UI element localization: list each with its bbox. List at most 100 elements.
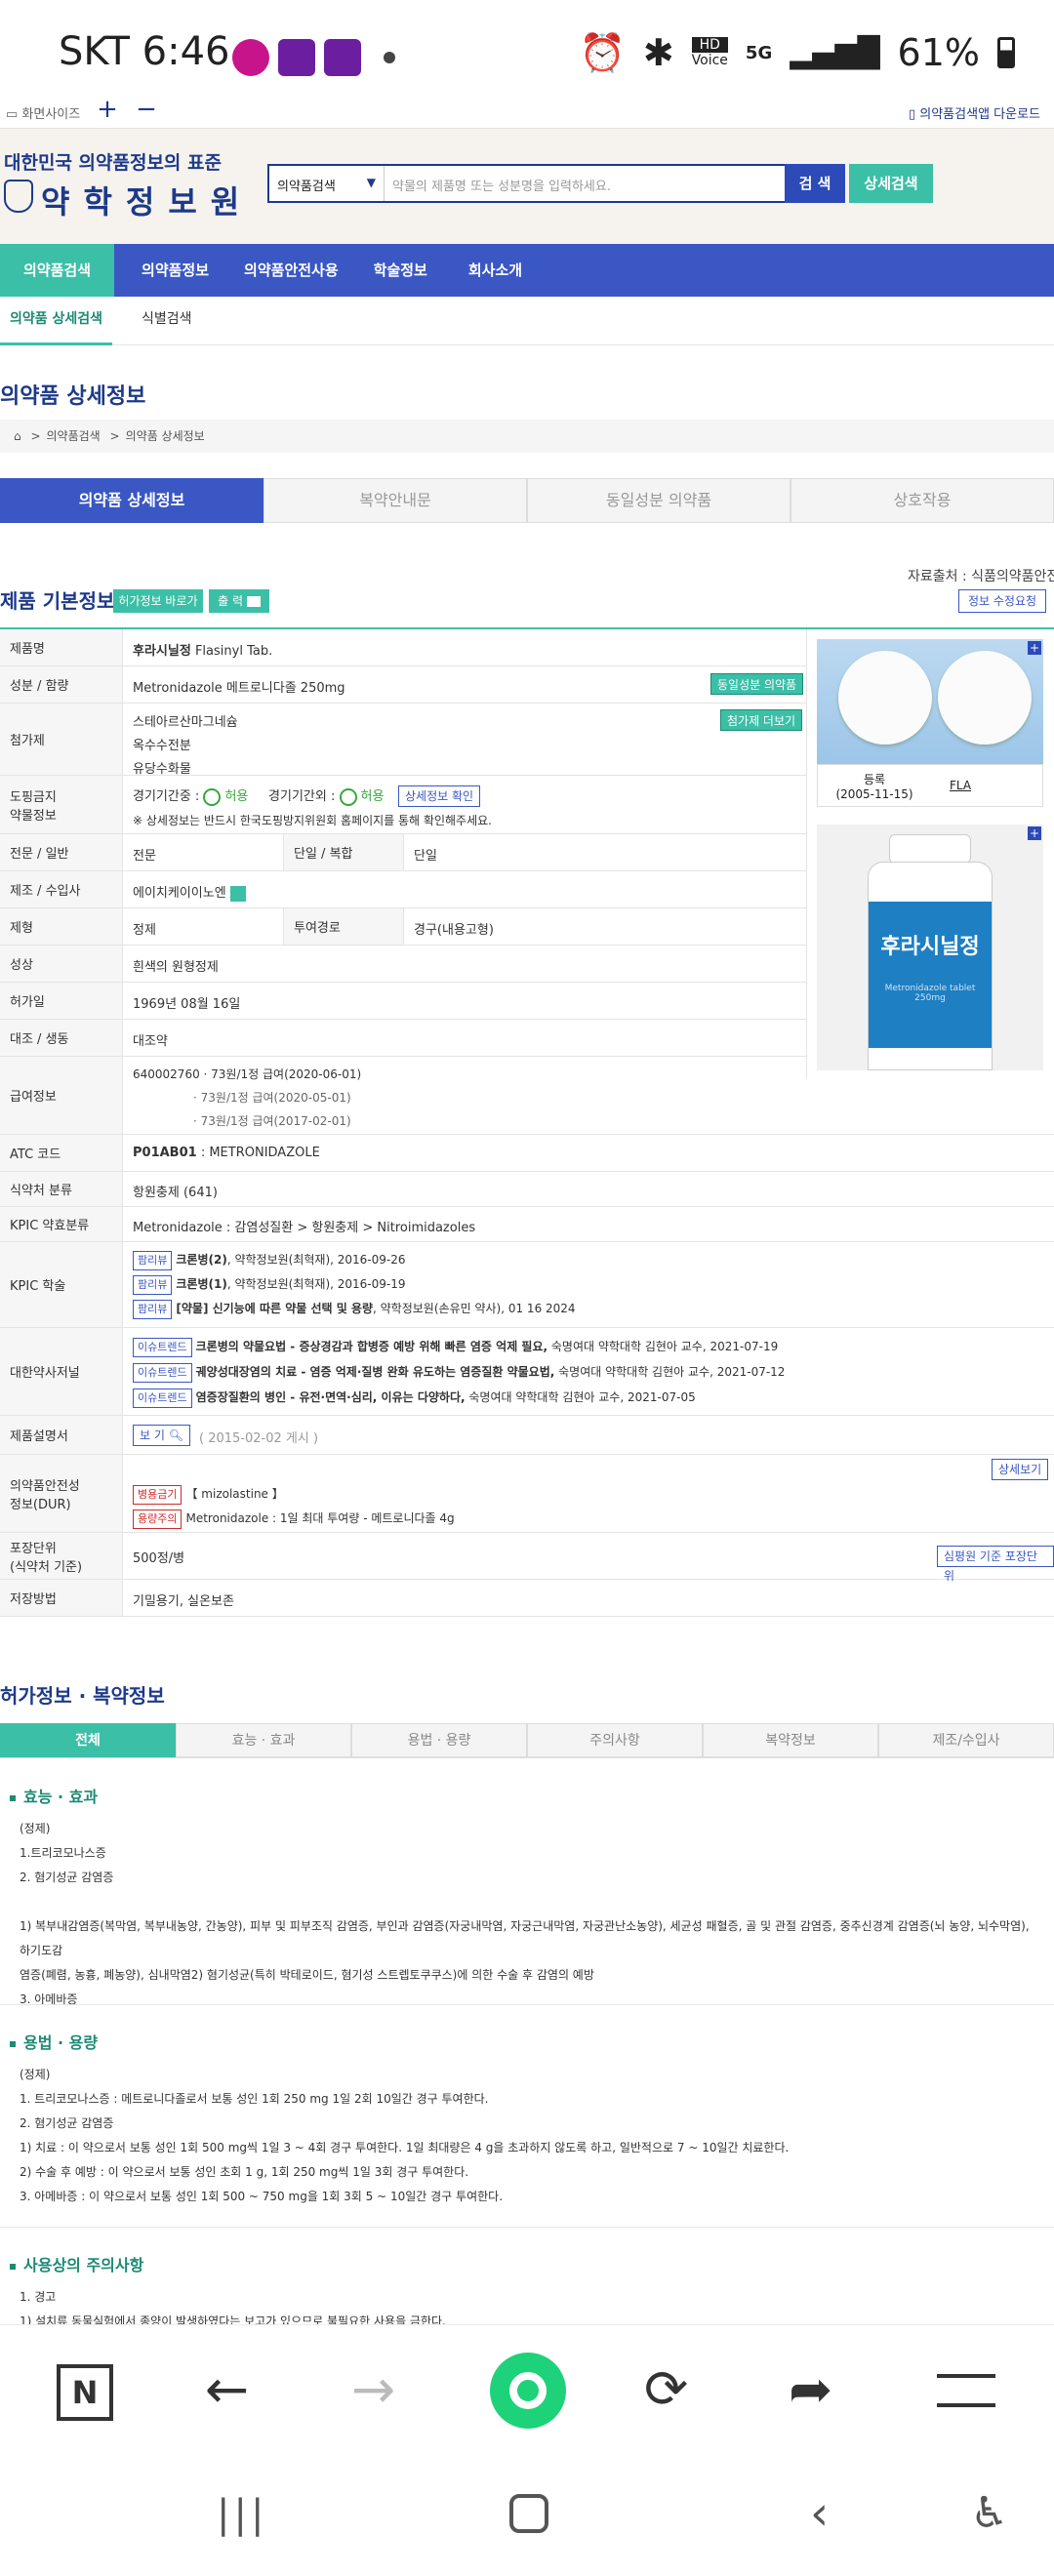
nav-company[interactable]: 회사소개 [451, 244, 540, 297]
site-logo[interactable]: 약학정보원 [41, 178, 253, 222]
page-title: 의약품 상세정보 [0, 384, 146, 409]
search-button[interactable]: 검 색 [785, 164, 845, 203]
tab-medication-guide[interactable]: 복약안내문 [264, 478, 527, 523]
generic-value: 대조약 [133, 1034, 168, 1049]
additive-more-button[interactable]: 첨가제 더보기 [720, 709, 803, 731]
table-row: ATC 코드 P01AB01 : METRONIDAZOLE [0, 1135, 1054, 1172]
status-bar: SKT 6:46 ⏰ ✱ HD Voice 5G ▂▄▆█ 61% [0, 0, 1054, 98]
green-dot-button[interactable] [490, 2353, 566, 2429]
building-icon [229, 885, 246, 902]
subnav-detail-search[interactable]: 의약품 상세검색 [0, 297, 113, 345]
row-label: 단일 / 복합 [283, 834, 404, 870]
pack-standard-button[interactable]: 심평원 기준 포장단위 [937, 1546, 1054, 1583]
tab-detail-info[interactable]: 의약품 상세정보 [0, 478, 264, 523]
recent-apps-icon[interactable]: ||| [217, 2492, 267, 2537]
maker-link[interactable]: 에이치케이이노엔 [133, 882, 246, 902]
detail-search-button[interactable]: 상세검색 [849, 164, 933, 203]
row-label: 전문 / 일반 [0, 834, 123, 870]
nav-drug-info[interactable]: 의약품정보 [124, 244, 226, 297]
back-arrow-icon[interactable]: ← [205, 2358, 249, 2420]
forward-arrow-icon[interactable]: → [351, 2358, 395, 2420]
shape-value: 흰색의 원형정제 [133, 960, 219, 975]
row-label: ATC 코드 [0, 1135, 123, 1171]
table-row: 제형 정제 투여경로 경구(내용고형) [0, 908, 806, 946]
row-label: 대한약사저널 [0, 1328, 123, 1415]
tab-manufacturer[interactable]: 제조/수입사 [878, 1723, 1054, 1757]
printer-icon [246, 596, 261, 607]
refresh-icon[interactable]: ⟳ [644, 2358, 688, 2420]
journal-list: 이슈트렌드 크론병의 약물요법 - 증상경감과 합병증 예방 위해 빠른 염증 억… [133, 1334, 785, 1410]
search-input[interactable]: 약물의 제품명 또는 성분명을 입력하세요. [385, 166, 792, 201]
manual-view-button[interactable]: 보 기 🔍︎ [133, 1425, 190, 1446]
journal-link[interactable]: 이슈트렌드 염증장질환의 병인 - 유전·면역·심리, 이유는 다양하다, 숙명여… [133, 1385, 785, 1410]
zoom-in-button[interactable]: + [93, 96, 122, 125]
permit-tabs: 전체 효능 · 효과 용법 · 용량 주의사항 복약정보 제조/수입사 [0, 1723, 1054, 1758]
permit-info-title: 허가정보 · 복약정보 [0, 1684, 165, 1708]
tab-medication-info[interactable]: 복약정보 [703, 1723, 878, 1757]
product-images: + 등록 (2005-11-15) FLA + 후라시닐정 Metronidazo… [806, 629, 1054, 1078]
tab-interaction[interactable]: 상호작용 [790, 478, 1054, 523]
tab-caution[interactable]: 주의사항 [527, 1723, 703, 1757]
expand-plus-icon[interactable]: + [1028, 826, 1041, 840]
share-icon[interactable]: ➦ [789, 2358, 832, 2420]
study-link[interactable]: 팜리뷰 크론병(2), 약학정보원(최혁재), 2016-09-26 [133, 1248, 576, 1272]
android-nav-bar: ||| ‹ ♿︎ [0, 2461, 1054, 2576]
row-label: 포장단위 (식약처 기준) [0, 1533, 123, 1579]
permit-info-button[interactable]: 허가정보 바로가기 [113, 589, 203, 631]
utility-bar: ▭ 화면사이즈 + − ▯ 의약품검색앱 다운로드 [0, 94, 1054, 129]
table-row: 첨가제 스테아르산마그네슘 옥수수전분 유당수화물 첨가제 더보기 [0, 704, 806, 777]
dosage-text: (정제) 1. 트리코모나스증 : 메트로니다졸로서 보통 성인 1회 250 … [20, 2068, 790, 2203]
screen-size-label: ▭ 화면사이즈 [6, 107, 81, 122]
doping-detail-button[interactable]: 상세정보 확인 [398, 785, 481, 807]
notification-dot-icon [384, 52, 395, 63]
home-button-icon[interactable] [509, 2494, 548, 2533]
search-box: 의약품검색 ▼ 약물의 제품명 또는 성분명을 입력하세요. [267, 164, 794, 203]
study-link[interactable]: 팜리뷰 [약물] 신기능에 따른 약물 선택 및 용량, 약학정보원(손유민 약사… [133, 1297, 576, 1321]
class-value: 항원충제 (641) [133, 1186, 218, 1200]
expand-plus-icon[interactable]: + [1028, 641, 1041, 655]
naver-home-button[interactable]: N [57, 2364, 113, 2421]
journal-link[interactable]: 이슈트렌드 크론병의 약물요법 - 증상경감과 합병증 예방 위해 빠른 염증 억… [133, 1334, 785, 1359]
tab-same-ingredient[interactable]: 동일성분 의약품 [527, 478, 790, 523]
breadcrumb-item[interactable]: 의약품검색 [47, 429, 101, 443]
busan-badge-icon [232, 39, 269, 76]
route-value: 경구(내용고형) [414, 923, 494, 938]
accessibility-icon[interactable]: ♿︎ [970, 2488, 1008, 2538]
app-badge-icon [278, 39, 315, 76]
nav-drug-search[interactable]: 의약품검색 [0, 244, 115, 297]
nav-drug-safety[interactable]: 의약품안전사용 [226, 244, 356, 297]
tab-all[interactable]: 전체 [0, 1723, 176, 1757]
row-label: 첨가제 [0, 704, 123, 775]
study-link[interactable]: 팜리뷰 크론병(1), 약학정보원(최혁재), 2016-09-19 [133, 1272, 576, 1297]
alarm-icon: ⏰ [579, 30, 626, 74]
subnav-identify-search[interactable]: 식별검색 [132, 297, 202, 345]
row-label: 도핑금지 약물정보 [0, 776, 123, 833]
table-row: 성상 흰색의 원형정제 [0, 946, 806, 983]
bottle-cap-shape [889, 834, 971, 864]
search-category-select[interactable]: 의약품검색 ▼ [269, 166, 385, 201]
home-icon[interactable]: ⌂ [14, 429, 21, 443]
fix-request-button[interactable]: 정보 수정요청 [958, 589, 1046, 613]
doping-status: 경기기간중 : 허용 경기기간외 : 허용 [133, 787, 385, 806]
row-label: 식약처 분류 [0, 1172, 123, 1206]
table-row: 포장단위 (식약처 기준) 500정/병 심평원 기준 포장단위 [0, 1533, 1054, 1583]
print-button[interactable]: 출 력 [209, 589, 269, 613]
row-label: 투여경로 [283, 908, 404, 945]
tab-effect[interactable]: 효능 · 효과 [176, 1723, 351, 1757]
app-download-link[interactable]: ▯ 의약품검색앱 다운로드 [909, 103, 1040, 122]
same-ingredient-button[interactable]: 동일성분 의약품 [710, 673, 804, 695]
battery-percent: 61% [897, 31, 980, 74]
pill-image[interactable]: + [817, 639, 1043, 764]
nav-academic[interactable]: 학술정보 [356, 244, 445, 297]
journal-link[interactable]: 이슈트렌드 궤양성대장염의 치료 - 염증 억제·질병 완화 유도하는 염증질환 … [133, 1359, 785, 1385]
ingredient-value: Metronidazole 메트로니다졸 250mg [133, 681, 345, 696]
tab-dosage[interactable]: 용법 · 용량 [351, 1723, 527, 1757]
back-nav-icon[interactable]: ‹ [810, 2486, 829, 2541]
zoom-out-button[interactable]: − [132, 96, 161, 125]
dur-detail-button[interactable]: 상세보기 [992, 1459, 1049, 1480]
effect-heading: 효능 · 효과 [10, 1784, 98, 1807]
menu-icon[interactable] [937, 2374, 995, 2407]
table-row: 제품설명서 보 기 🔍︎ ( 2015-02-02 게시 ) [0, 1416, 1054, 1455]
caution-text: 1. 경고 1) 설치류 동물실험에서 종양이 발생하였다는 보고가 있으므로 … [20, 2290, 446, 2324]
package-image[interactable]: + 후라시닐정 Metronidazole tablet 250mg [817, 825, 1043, 1070]
